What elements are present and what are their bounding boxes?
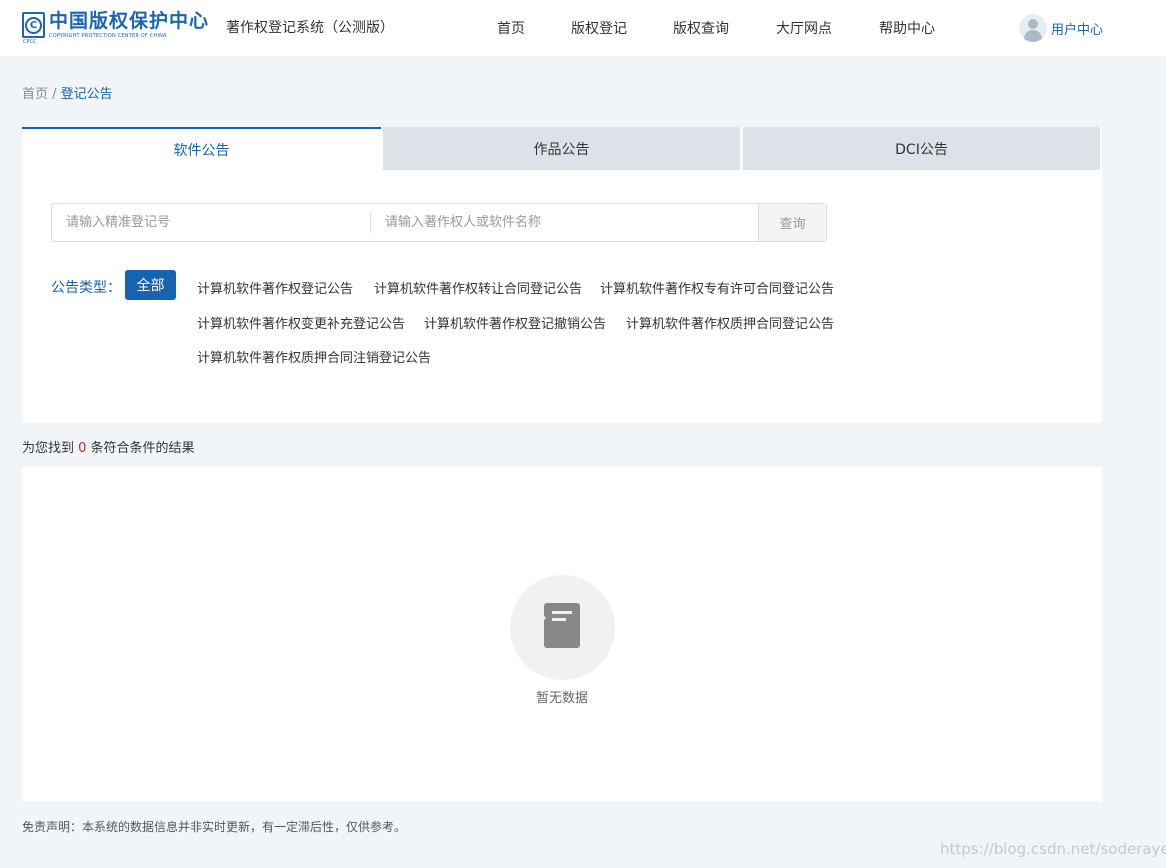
nav-help-center[interactable]: 帮助中心 [879, 18, 935, 38]
announcement-type-label: 公告类型： [51, 280, 121, 296]
filter-type-change-supplement[interactable]: 计算机软件著作权变更补充登记公告 [197, 313, 405, 332]
top-header: C CPCC 中国版权保护中心 COPYRIGHT PROTECTION CEN… [0, 0, 1166, 56]
filter-all-button[interactable]: 全部 [125, 270, 176, 300]
search-bar: 查询 [51, 203, 827, 242]
logo-chinese-text: 中国版权保护中心 [48, 10, 209, 32]
breadcrumb-current: 登记公告 [60, 87, 113, 102]
query-button[interactable]: 查询 [758, 204, 826, 241]
watermark: https://blog.csdn.net/soderayer [940, 840, 1166, 858]
results-panel: 暂无数据 [22, 467, 1102, 801]
nav-copyright-query[interactable]: 版权查询 [673, 18, 729, 38]
filter-type-pledge-contract[interactable]: 计算机软件著作权质押合同登记公告 [626, 313, 834, 332]
nav-home[interactable]: 首页 [497, 18, 525, 38]
search-panel: 软件公告 作品公告 DCI公告 查询 公告类型： 全部 计算机软件著作权登记公告… [22, 127, 1102, 423]
filter-type-registration[interactable]: 计算机软件著作权登记公告 [197, 278, 353, 297]
tab-software-announcement[interactable]: 软件公告 [22, 127, 381, 170]
result-count-text: 为您找到 0 条符合条件的结果 [22, 441, 195, 456]
logo-english-text: COPYRIGHT PROTECTION CENTER OF CHINA [48, 33, 167, 39]
disclaimer: 免责声明：本系统的数据信息并非实时更新，有一定滞后性，仅供参考。 [22, 820, 407, 834]
tab-dci-announcement[interactable]: DCI公告 [743, 127, 1100, 170]
nav-copyright-registration[interactable]: 版权登记 [571, 18, 627, 38]
empty-state-text: 暂无数据 [535, 691, 588, 706]
filter-type-exclusive-license[interactable]: 计算机软件著作权专有许可合同登记公告 [600, 278, 834, 297]
breadcrumb: 首页 / 登记公告 [22, 83, 113, 102]
nav-service-halls[interactable]: 大厅网点 [776, 18, 832, 38]
breadcrumb-home[interactable]: 首页 [22, 87, 48, 102]
registration-number-input[interactable] [52, 204, 370, 241]
announcement-tabs: 软件公告 作品公告 DCI公告 [22, 127, 1102, 170]
copyright-icon: C CPCC [22, 12, 45, 45]
system-title: 著作权登记系统（公测版） [226, 20, 394, 36]
filter-type-revocation[interactable]: 计算机软件著作权登记撤销公告 [424, 313, 606, 332]
user-center-link[interactable]: 用户中心 [1019, 14, 1103, 42]
breadcrumb-separator: / [48, 87, 61, 102]
user-center-label: 用户中心 [1051, 22, 1104, 38]
document-search-icon [510, 575, 615, 680]
tab-work-announcement[interactable]: 作品公告 [383, 127, 740, 170]
filter-type-pledge-cancellation[interactable]: 计算机软件著作权质押合同注销登记公告 [197, 347, 431, 366]
filter-type-transfer-contract[interactable]: 计算机软件著作权转让合同登记公告 [374, 278, 582, 297]
owner-or-software-name-input[interactable] [371, 204, 759, 241]
cpcc-logo[interactable]: C CPCC 中国版权保护中心 COPYRIGHT PROTECTION CEN… [22, 10, 209, 45]
user-avatar-icon [1019, 14, 1047, 42]
